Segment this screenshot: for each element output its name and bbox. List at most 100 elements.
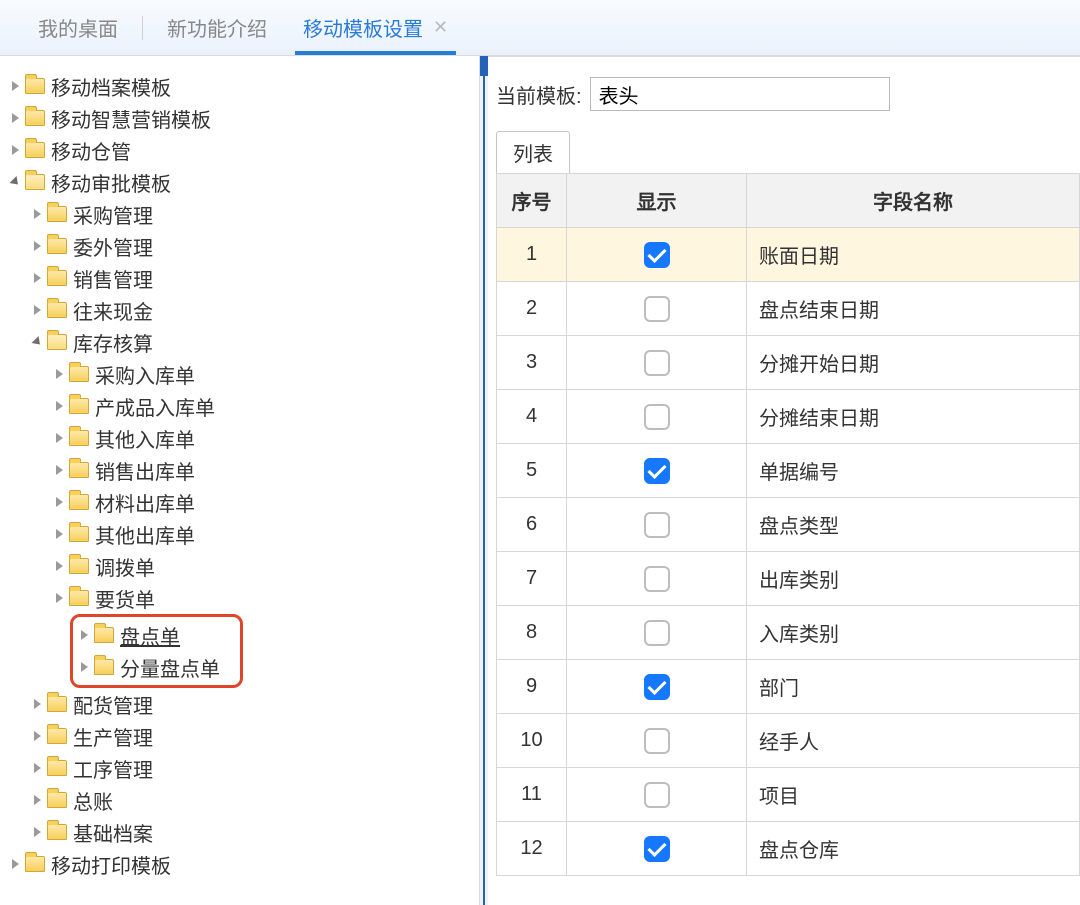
checkbox[interactable]	[644, 512, 670, 538]
checkbox[interactable]	[644, 620, 670, 646]
tree-node[interactable]: 材料出库单	[10, 486, 469, 518]
table-row[interactable]: 12盘点仓库	[497, 822, 1080, 876]
folder-icon	[25, 110, 45, 126]
expand-icon[interactable]	[56, 433, 63, 443]
cell-show	[567, 336, 747, 390]
table-row[interactable]: 8入库类别	[497, 606, 1080, 660]
expand-icon[interactable]	[34, 827, 41, 837]
tree-node[interactable]: 库存核算	[10, 326, 469, 358]
subtab-list[interactable]: 列表	[496, 131, 570, 173]
checkbox[interactable]	[644, 458, 670, 484]
expand-icon[interactable]	[34, 699, 41, 709]
vertical-divider[interactable]	[480, 56, 488, 905]
tree-node[interactable]: 总账	[10, 784, 469, 816]
expand-icon[interactable]	[34, 241, 41, 251]
tree-node[interactable]: 配货管理	[10, 688, 469, 720]
expand-icon[interactable]	[12, 859, 19, 869]
expand-icon[interactable]	[56, 593, 63, 603]
expand-icon[interactable]	[34, 795, 41, 805]
expand-icon[interactable]	[34, 273, 41, 283]
cell-show	[567, 660, 747, 714]
collapse-icon[interactable]	[31, 336, 43, 348]
cell-field-name: 经手人	[747, 714, 1080, 768]
tab-desktop[interactable]: 我的桌面	[20, 0, 136, 55]
expand-icon[interactable]	[12, 113, 19, 123]
expand-icon[interactable]	[34, 305, 41, 315]
cell-field-name: 账面日期	[747, 228, 1080, 282]
cell-field-name: 分摊结束日期	[747, 390, 1080, 444]
tree-node[interactable]: 销售管理	[10, 262, 469, 294]
tree-node[interactable]: 生产管理	[10, 720, 469, 752]
tree-node[interactable]: 移动审批模板	[10, 166, 469, 198]
table-row[interactable]: 6盘点类型	[497, 498, 1080, 552]
tree-node[interactable]: 其他入库单	[10, 422, 469, 454]
table-row[interactable]: 9部门	[497, 660, 1080, 714]
detail-panel: 当前模板: 列表 序号 显示 字段名称 1账面日期2盘点结束日期3分摊开始日期4…	[488, 56, 1080, 905]
expand-icon[interactable]	[34, 763, 41, 773]
table-row[interactable]: 4分摊结束日期	[497, 390, 1080, 444]
tree-node[interactable]: 移动智慧营销模板	[10, 102, 469, 134]
expand-icon[interactable]	[12, 81, 19, 91]
tab-new-features[interactable]: 新功能介绍	[149, 0, 285, 55]
col-header-seq[interactable]: 序号	[497, 174, 567, 228]
tree-node[interactable]: 移动仓管	[10, 134, 469, 166]
expand-icon[interactable]	[56, 401, 63, 411]
expand-icon[interactable]	[12, 145, 19, 155]
checkbox[interactable]	[644, 242, 670, 268]
tree-node[interactable]: 移动档案模板	[10, 70, 469, 102]
table-row[interactable]: 1 账面日期	[497, 228, 1080, 282]
folder-icon	[47, 792, 67, 808]
cell-field-name: 盘点结束日期	[747, 282, 1080, 336]
tree-node[interactable]: 采购入库单	[10, 358, 469, 390]
expand-icon[interactable]	[56, 529, 63, 539]
tree-node[interactable]: 移动打印模板	[10, 848, 469, 880]
tree-node[interactable]: 委外管理	[10, 230, 469, 262]
expand-icon[interactable]	[34, 209, 41, 219]
table-row[interactable]: 3分摊开始日期	[497, 336, 1080, 390]
checkbox[interactable]	[644, 728, 670, 754]
checkbox[interactable]	[644, 404, 670, 430]
col-header-show[interactable]: 显示	[567, 174, 747, 228]
tree-node[interactable]: 往来现金	[10, 294, 469, 326]
table-row[interactable]: 5单据编号	[497, 444, 1080, 498]
expand-icon[interactable]	[56, 561, 63, 571]
expand-icon[interactable]	[34, 731, 41, 741]
folder-icon	[47, 238, 67, 254]
expand-icon[interactable]	[56, 497, 63, 507]
col-header-field[interactable]: 字段名称	[747, 174, 1080, 228]
tree-node[interactable]: 分量盘点单	[79, 651, 220, 683]
expand-icon[interactable]	[56, 369, 63, 379]
checkbox[interactable]	[644, 836, 670, 862]
tree-node[interactable]: 基础档案	[10, 816, 469, 848]
expand-icon[interactable]	[81, 662, 88, 672]
table-row[interactable]: 11项目	[497, 768, 1080, 822]
table-row[interactable]: 7出库类别	[497, 552, 1080, 606]
cell-show	[567, 606, 747, 660]
collapse-icon[interactable]	[9, 176, 21, 188]
checkbox[interactable]	[644, 350, 670, 376]
close-icon[interactable]: ✕	[433, 17, 448, 38]
checkbox[interactable]	[644, 782, 670, 808]
expand-icon[interactable]	[81, 630, 88, 640]
tab-mobile-template[interactable]: 移动模板设置 ✕	[285, 0, 466, 55]
cell-seq: 2	[497, 282, 567, 336]
cell-seq: 10	[497, 714, 567, 768]
tree-node[interactable]: 调拨单	[10, 550, 469, 582]
table-row[interactable]: 2 盘点结束日期	[497, 282, 1080, 336]
tree-node[interactable]: 要货单	[10, 582, 469, 614]
checkbox[interactable]	[644, 566, 670, 592]
checkbox[interactable]	[644, 674, 670, 700]
cell-seq: 1	[497, 228, 567, 282]
tree-node[interactable]: 产成品入库单	[10, 390, 469, 422]
checkbox[interactable]	[644, 296, 670, 322]
table-row[interactable]: 10 经手人	[497, 714, 1080, 768]
cell-seq: 5	[497, 444, 567, 498]
tree-node[interactable]: 销售出库单	[10, 454, 469, 486]
tree-node[interactable]: 工序管理	[10, 752, 469, 784]
expand-icon[interactable]	[56, 465, 63, 475]
tree-node[interactable]: 盘点单	[79, 619, 220, 651]
tree-node[interactable]: 采购管理	[10, 198, 469, 230]
current-template-input[interactable]	[590, 77, 890, 111]
folder-icon	[47, 760, 67, 776]
tree-node[interactable]: 其他出库单	[10, 518, 469, 550]
